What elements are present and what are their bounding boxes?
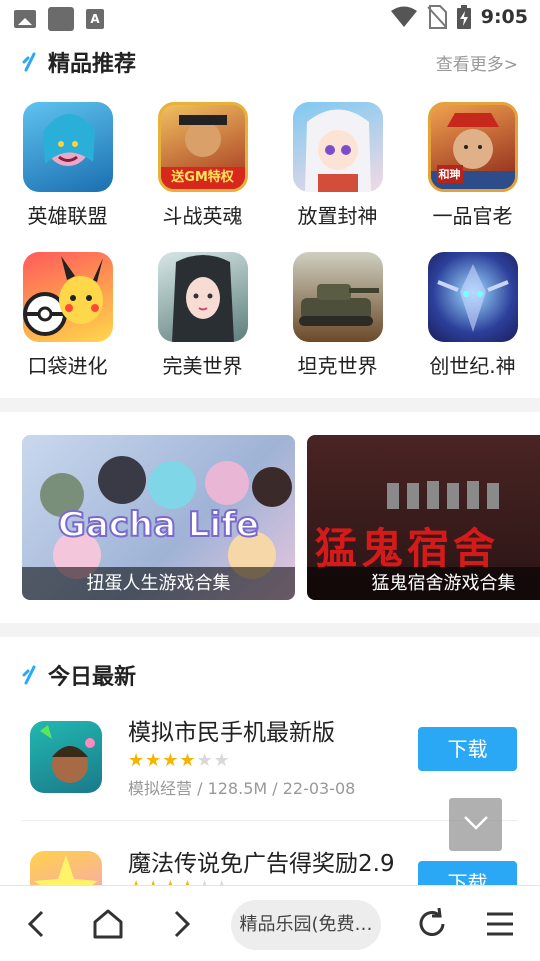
latest-header: 今日最新 [0, 655, 540, 699]
no-sim-icon [426, 5, 447, 29]
back-icon[interactable] [18, 904, 58, 944]
section-mark-icon [22, 665, 36, 685]
section-mark-icon [22, 52, 36, 72]
system-icons: 9:05 [390, 5, 528, 29]
forward-icon[interactable] [160, 904, 200, 944]
app-name: 一品官老 [432, 204, 513, 228]
image-notification-icon [14, 10, 36, 28]
app-tile-douzhan[interactable]: 送GM特权 斗战英魂 [135, 102, 270, 229]
featured-header: 精品推荐 查看更多> [0, 42, 540, 86]
banner-caption: 扭蛋人生游戏合集 [22, 567, 295, 600]
banner-caption: 猛鬼宿舍游戏合集 [307, 567, 540, 600]
app-name: 口袋进化 [27, 354, 108, 378]
section-divider [0, 623, 540, 637]
refresh-icon[interactable] [412, 904, 452, 944]
app-icon-fangzhi [292, 102, 383, 192]
app-name: 创世纪.神 [429, 354, 516, 378]
app-name: 完美世界 [162, 354, 243, 378]
section-divider [0, 398, 540, 412]
app-name: 斗战英魂 [162, 204, 243, 228]
app-tile-fangzhi[interactable]: 放置封神 [270, 102, 405, 229]
app-title: 模拟市民手机最新版 [128, 720, 335, 746]
app-name: 放置封神 [297, 204, 378, 228]
app-badge-text: 和珅 [436, 165, 463, 183]
url-bar[interactable]: 精品乐园(免费… [231, 900, 381, 950]
list-divider [22, 820, 518, 821]
app-icon-sims [30, 721, 102, 793]
chevron-down-icon [464, 816, 488, 830]
app-icon-yipin: 和珅 [427, 102, 518, 192]
app-tile-wanmei[interactable]: 完美世界 [135, 252, 270, 379]
status-bar: A 9:05 [0, 0, 540, 36]
download-button[interactable]: 下载 [418, 727, 517, 771]
banner-menggui[interactable]: 猛鬼宿舍 猛鬼宿舍游戏合集 [307, 435, 540, 600]
text-notification-icon: A [86, 9, 104, 29]
view-more-link[interactable]: 查看更多> [436, 50, 518, 75]
banner-gacha[interactable]: Gacha Life 扭蛋人生游戏合集 [22, 435, 295, 600]
app-tile-lol[interactable]: 英雄联盟 [0, 102, 135, 229]
app-icon-koudai [22, 252, 113, 342]
app-name: 英雄联盟 [27, 204, 108, 228]
app-tile-chuangshiji[interactable]: 创世纪.神 [405, 252, 540, 379]
app-icon-chuangshiji [427, 252, 518, 342]
latest-title: 今日最新 [48, 665, 137, 690]
menu-icon[interactable] [480, 904, 520, 944]
app-badge-text: 送GM特权 [171, 170, 234, 185]
app-name: 坦克世界 [297, 354, 378, 378]
app-icon-wanmei [157, 252, 248, 342]
browser-toolbar: 精品乐园(免费… [0, 885, 540, 961]
rating-stars: ★★★★★★ [128, 750, 231, 771]
app-tile-tanke[interactable]: 坦克世界 [270, 252, 405, 379]
app-tile-koudai[interactable]: 口袋进化 [0, 252, 135, 379]
scroll-down-button[interactable] [449, 798, 502, 851]
banner-art-text: Gacha Life [57, 504, 260, 546]
app-meta: 模拟经营 / 128.5M / 22-03-08 [128, 779, 356, 798]
app-icon-tanke [292, 252, 383, 342]
notification-icons: A [14, 7, 104, 31]
wifi-icon [390, 6, 417, 27]
app-icon-lol [22, 102, 113, 192]
featured-title: 精品推荐 [48, 52, 137, 77]
home-icon[interactable] [88, 904, 128, 944]
banner-carousel[interactable]: Gacha Life 扭蛋人生游戏合集 猛鬼宿舍 猛鬼宿舍游戏合集 [22, 435, 540, 601]
app-icon-douzhan: 送GM特权 [157, 102, 248, 192]
star-icon: ★★★★ [128, 750, 197, 771]
app-title: 魔法传说免广告得奖励2.9 [128, 851, 395, 877]
app-notification-icon [48, 7, 74, 31]
battery-charging-icon [456, 5, 471, 29]
app-tile-yipin[interactable]: 和珅 一品官老 [405, 102, 540, 229]
clock: 9:05 [480, 6, 528, 28]
star-empty-icon: ★★ [196, 750, 231, 771]
